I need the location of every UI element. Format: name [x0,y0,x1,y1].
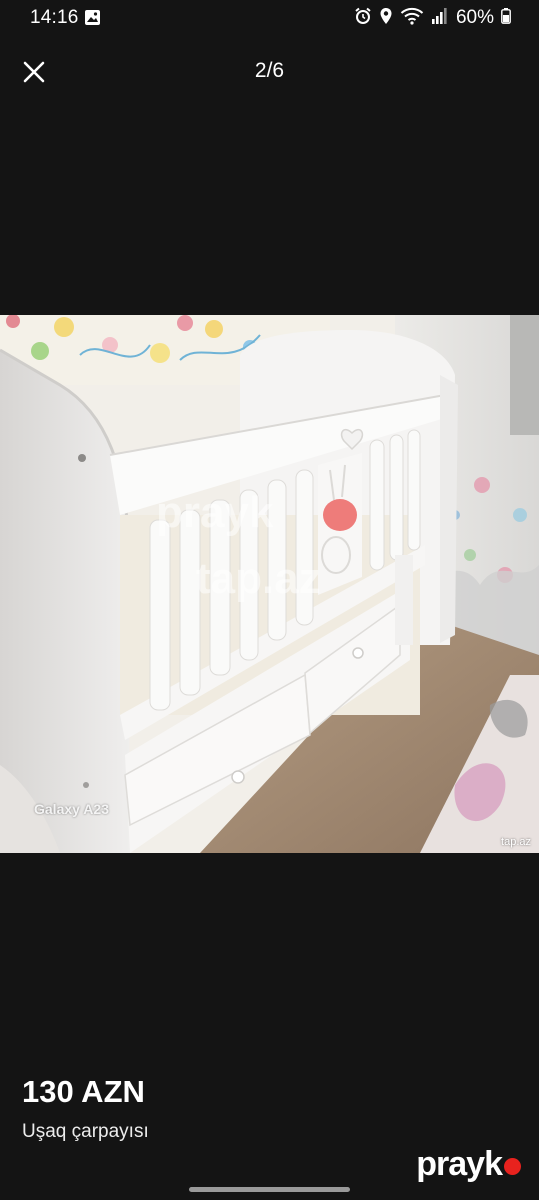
status-bar: 14:16 60% [0,0,539,36]
camera-label: Galaxy A23 [34,801,109,817]
gallery-icon [84,9,101,31]
source-label: tap.az [501,836,531,848]
alarm-icon [354,7,372,30]
brand-dot-icon [504,1157,521,1175]
listing-photo[interactable]: prayk tap.az [0,315,539,853]
wifi-icon [400,7,424,30]
listing-title: Uşaq çarpayısı [22,1121,149,1142]
home-indicator[interactable] [189,1187,350,1192]
location-icon [379,7,393,30]
signal-icon [431,7,447,30]
image-counter: 2/6 [254,59,285,82]
listing-price: 130 AZN [22,1074,145,1109]
battery-percent: 60% [455,7,494,28]
battery-icon [501,7,511,29]
crib-photo-image [0,315,539,853]
status-time: 14:16 [30,7,79,28]
brand-logo: prayk [416,1144,521,1184]
brand-name: prayk [416,1144,503,1183]
